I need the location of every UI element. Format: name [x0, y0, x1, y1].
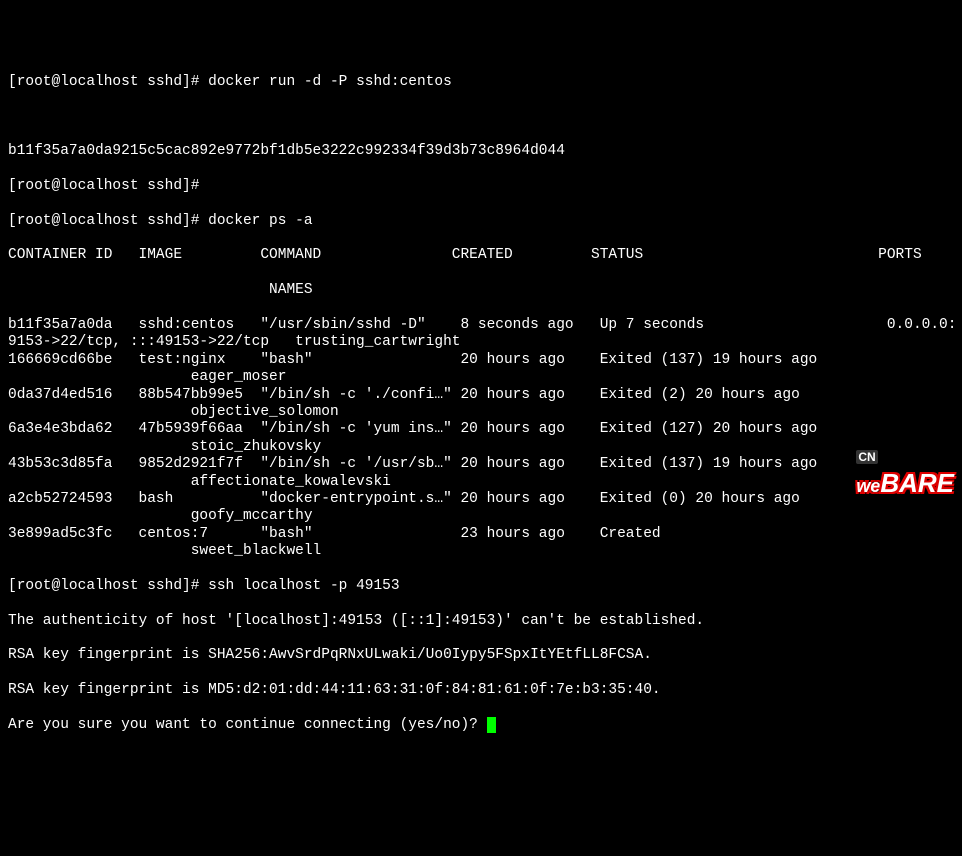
table-row: 6a3e4e3bda62 47b5939f66aa "/bin/sh -c 'y… [8, 421, 954, 438]
table-row: 166669cd66be test:nginx "bash" 20 hours … [8, 352, 954, 369]
watermark-we: we [856, 476, 880, 496]
watermark-bare: BARE [880, 468, 954, 498]
table-row: 3e899ad5c3fc centos:7 "bash" 23 hours ag… [8, 526, 954, 543]
terminal-line: [root@localhost sshd]# docker ps -a [8, 213, 954, 230]
table-header: NAMES [8, 282, 954, 299]
table-row: b11f35a7a0da sshd:centos "/usr/sbin/sshd… [8, 317, 954, 334]
table-row: 0da37d4ed516 88b547bb99e5 "/bin/sh -c '.… [8, 387, 954, 404]
watermark-cn: CN [856, 450, 877, 464]
cursor [487, 717, 496, 733]
ssh-output: RSA key fingerprint is MD5:d2:01:dd:44:1… [8, 682, 954, 699]
ssh-output: Are you sure you want to continue connec… [8, 717, 487, 733]
table-row-names: stoic_zhukovsky [8, 439, 954, 456]
terminal-line: [root@localhost sshd]# ssh localhost -p … [8, 578, 954, 595]
command: docker run -d -P sshd:centos [208, 74, 452, 90]
table-row-names: objective_solomon [8, 404, 954, 421]
table-row-names: affectionate_kowalevski [8, 474, 954, 491]
ssh-output: RSA key fingerprint is SHA256:AwvSrdPqRN… [8, 647, 954, 664]
table-row-names: eager_moser [8, 369, 954, 386]
table-row: a2cb52724593 bash "docker-entrypoint.s…"… [8, 491, 954, 508]
prompt: [root@localhost sshd]# [8, 74, 199, 90]
table-row-names: 9153->22/tcp, :::49153->22/tcp trusting_… [8, 334, 954, 351]
terminal-line [8, 108, 954, 125]
ssh-output: The authenticity of host '[localhost]:49… [8, 613, 954, 630]
prompt: [root@localhost sshd]# [8, 578, 199, 594]
table-header: CONTAINER ID IMAGE COMMAND CREATED STATU… [8, 247, 954, 264]
terminal-line: [root@localhost sshd]# docker run -d -P … [8, 74, 954, 91]
output-line: b11f35a7a0da9215c5cac892e9772bf1db5e3222… [8, 143, 954, 160]
prompt: [root@localhost sshd]# [8, 178, 199, 194]
watermark-logo: CN weBARE [856, 450, 954, 499]
prompt: [root@localhost sshd]# [8, 213, 199, 229]
ssh-prompt-line[interactable]: Are you sure you want to continue connec… [8, 717, 954, 734]
terminal-line: [root@localhost sshd]# [8, 178, 954, 195]
table-row: 43b53c3d85fa 9852d2921f7f "/bin/sh -c '/… [8, 456, 954, 473]
command: ssh localhost -p 49153 [208, 578, 399, 594]
table-row-names: goofy_mccarthy [8, 508, 954, 525]
command: docker ps -a [208, 213, 312, 229]
table-row-names: sweet_blackwell [8, 543, 954, 560]
